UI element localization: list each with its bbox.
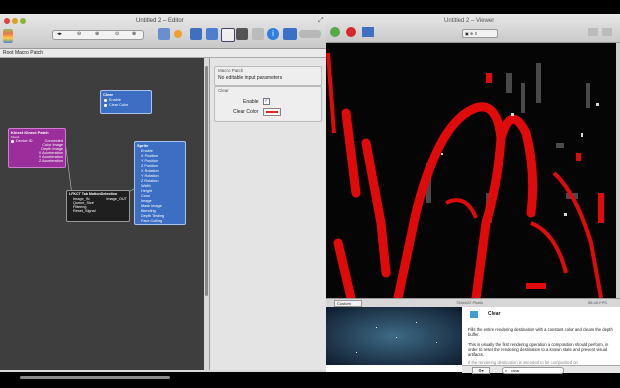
breadcrumb-label: Root Macro Patch [3, 50, 44, 56]
port-label: Image_OUT [106, 197, 127, 201]
macro-message: No editable input parameters [218, 75, 283, 81]
canvas-vertical-scrollbar[interactable] [205, 66, 208, 296]
port-label: Clear Color [109, 103, 129, 107]
motion-detection-patch[interactable]: LFKCT Tab MotionDetection Image_IN Queue… [66, 190, 130, 222]
snapshot-icon[interactable] [588, 28, 598, 36]
zoom-out-icon[interactable]: ⊖ [77, 31, 81, 37]
fps-readout: 58.45 FPS [588, 300, 607, 305]
zoom-fit-icon[interactable]: ⊗ [132, 31, 136, 37]
gear-icon[interactable]: ⚙▾ [472, 367, 490, 374]
minimize-window-button[interactable] [12, 18, 18, 24]
port-label: Reset_Signal [73, 209, 96, 213]
editor-title: Untitled 2 – Editor [136, 18, 184, 24]
sprite-inputs[interactable]: Enable X Position Y Position Z Position … [135, 149, 185, 224]
desktop-background [326, 307, 462, 365]
zoom-window-button[interactable] [20, 18, 26, 24]
back-forward-icon[interactable]: ◂▸ [57, 31, 62, 37]
enable-checkbox[interactable]: ✓ [263, 98, 270, 105]
console-icon[interactable] [236, 28, 248, 40]
input-port[interactable] [104, 99, 107, 102]
editor-titlebar: Untitled 2 – Editor ⤢ ◂▸ ⊖ ⊕ ⊙ ⊗ i [0, 14, 326, 49]
viewer-statusbar: Custom 754x622 Pixels 58.45 FPS [326, 298, 620, 307]
library-icon[interactable] [252, 28, 264, 40]
canvas-horizontal-scrollbar[interactable] [20, 376, 170, 379]
viewer-titlebar: Untitled 2 – Viewer ▣ ⊕ ⇕ [326, 14, 620, 43]
port-label: Z Acceleration [38, 159, 63, 163]
output-ports[interactable]: Connected Color Image Depth Image X Acce… [23, 139, 63, 163]
clear-color-label: Clear Color [233, 109, 259, 115]
resolution-readout: 754x622 Pixels [456, 300, 484, 305]
help-description-1: Fills the entire rendering destination w… [468, 327, 613, 338]
stop-button[interactable] [346, 27, 356, 37]
macro-patch-section: Macro Patch No editable input parameters [214, 66, 322, 86]
clear-patch[interactable]: Clear Enable Clear Color [100, 90, 152, 114]
clipboard-icon[interactable] [221, 28, 235, 42]
zoom-in-icon[interactable]: ⊕ [95, 31, 99, 37]
help-patch-name: Clear [488, 311, 501, 317]
size-select[interactable]: Custom [334, 300, 362, 307]
clear-color-swatch [266, 111, 278, 113]
patch-description-panel: Clear Fills the entire rendering destina… [462, 307, 620, 365]
input-port[interactable] [11, 140, 14, 143]
close-window-button[interactable] [4, 18, 10, 24]
viewer-window: Untitled 2 – Viewer ▣ ⊕ ⇕ Custom 754x622… [326, 14, 620, 374]
blue-panel-icon[interactable] [283, 28, 297, 40]
clear-patch-title: Clear [103, 92, 114, 97]
clear-color-well[interactable] [263, 108, 281, 116]
breadcrumb: Root Macro Patch [0, 49, 326, 58]
macro-section-title: Macro Patch [218, 68, 244, 73]
port-label: Face Culling [141, 219, 163, 223]
patch-canvas[interactable]: Clear Enable Clear Color Kinect Kinect P… [0, 58, 204, 370]
motion-render-image [326, 43, 616, 298]
input-port[interactable] [104, 104, 107, 107]
search-value: clear [511, 368, 520, 373]
parameters-icon[interactable] [174, 30, 182, 38]
help-description-2: This is usually the first rendering oper… [468, 342, 609, 358]
patch-library-icon[interactable] [3, 29, 13, 43]
render-view[interactable] [326, 43, 616, 298]
zoom-segmented-control[interactable]: ◂▸ ⊖ ⊕ ⊙ ⊗ [52, 30, 144, 40]
clear-settings-section: Clear Enable ✓ Clear Color [214, 86, 322, 122]
viewer-title: Untitled 2 – Viewer [444, 18, 495, 24]
kinect-patch[interactable]: Kinect Kinect Patch Kinect Device ID Con… [8, 128, 66, 168]
run-button[interactable] [330, 27, 340, 37]
port-label: Enable [109, 98, 121, 102]
library-footer: ⚙▾ ⌕ clear [462, 365, 620, 374]
clear-patch-icon [470, 311, 478, 318]
info-icon[interactable]: i [267, 28, 279, 40]
inspector-panel: Macro Patch No editable input parameters… [209, 58, 326, 370]
sprite-patch-title: Sprite [137, 143, 149, 148]
search-input[interactable]: ⌕ clear [502, 367, 564, 374]
editor-toggle-icon[interactable] [602, 28, 612, 36]
star-field [376, 327, 377, 328]
enable-label: Enable [243, 99, 259, 105]
patch-library-panel: Clear Fills the entire rendering destina… [326, 307, 620, 374]
patch-creator-icon[interactable] [158, 28, 170, 40]
viewer-icon[interactable] [206, 28, 218, 40]
clear-section-title: Clear [218, 88, 229, 93]
zoom-reset-icon[interactable]: ⊙ [115, 31, 119, 37]
fullscreen-button[interactable] [362, 27, 374, 37]
fullscreen-icon[interactable]: ⤢ [318, 17, 324, 25]
search-icon: ⌕ [505, 367, 508, 373]
editor-window: Untitled 2 – Editor ⤢ ◂▸ ⊖ ⊕ ⊙ ⊗ i Root … [0, 14, 326, 379]
inspector-icon[interactable] [190, 28, 202, 40]
render-mode-select[interactable]: ▣ ⊕ ⇕ [462, 29, 498, 38]
toggle-icon[interactable] [299, 30, 321, 38]
sprite-patch[interactable]: Sprite Enable X Position Y Position Z Po… [134, 141, 186, 225]
